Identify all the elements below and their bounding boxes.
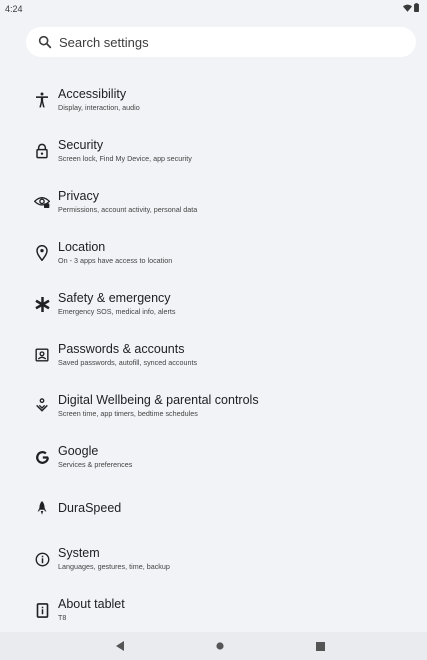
- settings-item-about[interactable]: About tablet T8: [0, 585, 427, 635]
- item-subtitle: On - 3 apps have access to location: [58, 256, 173, 265]
- navigation-bar: [0, 632, 427, 660]
- privacy-eye-icon: [33, 193, 51, 211]
- item-title: Passwords & accounts: [58, 342, 185, 356]
- status-time: 4:24: [5, 4, 23, 14]
- account-box-icon: [33, 346, 51, 364]
- item-title: Security: [58, 138, 104, 152]
- asterisk-icon: [33, 295, 51, 313]
- item-title: Accessibility: [58, 87, 127, 101]
- item-title: Privacy: [58, 189, 99, 203]
- item-subtitle: Screen lock, Find My Device, app securit…: [58, 154, 192, 163]
- settings-item-system[interactable]: System Languages, gestures, time, backup: [0, 534, 427, 584]
- item-subtitle: Saved passwords, autofill, synced accoun…: [58, 358, 198, 367]
- back-triangle-icon[interactable]: [113, 639, 127, 653]
- system-icons: [403, 3, 419, 12]
- search-placeholder: Search settings: [59, 34, 149, 50]
- item-title: Digital Wellbeing & parental controls: [58, 393, 259, 407]
- item-subtitle: Emergency SOS, medical info, alerts: [58, 307, 176, 316]
- battery-icon: [414, 3, 419, 12]
- wellbeing-icon: [33, 397, 51, 415]
- info-icon: [33, 550, 51, 568]
- item-subtitle: Services & preferences: [58, 460, 133, 469]
- settings-item-duraspeed[interactable]: DuraSpeed: [0, 483, 427, 533]
- status-bar: 4:24: [0, 0, 427, 18]
- settings-item-passwords[interactable]: Passwords & accounts Saved passwords, au…: [0, 330, 427, 380]
- home-dot-icon[interactable]: [213, 639, 227, 653]
- location-pin-icon: [33, 244, 51, 262]
- google-g-icon: [33, 448, 51, 466]
- settings-item-google[interactable]: Google Services & preferences: [0, 432, 427, 482]
- settings-item-safety[interactable]: Safety & emergency Emergency SOS, medica…: [0, 279, 427, 329]
- item-subtitle: Permissions, account activity, personal …: [58, 205, 198, 214]
- tablet-icon: [33, 601, 51, 619]
- item-subtitle: Languages, gestures, time, backup: [58, 562, 170, 571]
- item-title: System: [58, 546, 100, 560]
- item-title: Safety & emergency: [58, 291, 171, 305]
- item-subtitle: Screen time, app timers, bedtime schedul…: [58, 409, 198, 418]
- item-title: Location: [58, 240, 106, 254]
- accessibility-icon: [33, 91, 51, 109]
- wifi-icon: [403, 4, 412, 12]
- rocket-icon: [33, 499, 51, 517]
- recents-square-icon[interactable]: [313, 639, 327, 653]
- item-title: Google: [58, 444, 99, 458]
- settings-item-accessibility[interactable]: Accessibility Display, interaction, audi…: [0, 75, 427, 125]
- item-title: DuraSpeed: [58, 501, 122, 515]
- search-bar[interactable]: Search settings: [26, 27, 416, 57]
- item-title: About tablet: [58, 597, 125, 611]
- search-icon: [38, 35, 52, 49]
- item-subtitle: T8: [58, 613, 67, 622]
- lock-icon: [33, 142, 51, 160]
- settings-item-privacy[interactable]: Privacy Permissions, account activity, p…: [0, 177, 427, 227]
- settings-item-wellbeing[interactable]: Digital Wellbeing & parental controls Sc…: [0, 381, 427, 431]
- settings-item-security[interactable]: Security Screen lock, Find My Device, ap…: [0, 126, 427, 176]
- settings-item-location[interactable]: Location On - 3 apps have access to loca…: [0, 228, 427, 278]
- item-subtitle: Display, interaction, audio: [58, 103, 140, 112]
